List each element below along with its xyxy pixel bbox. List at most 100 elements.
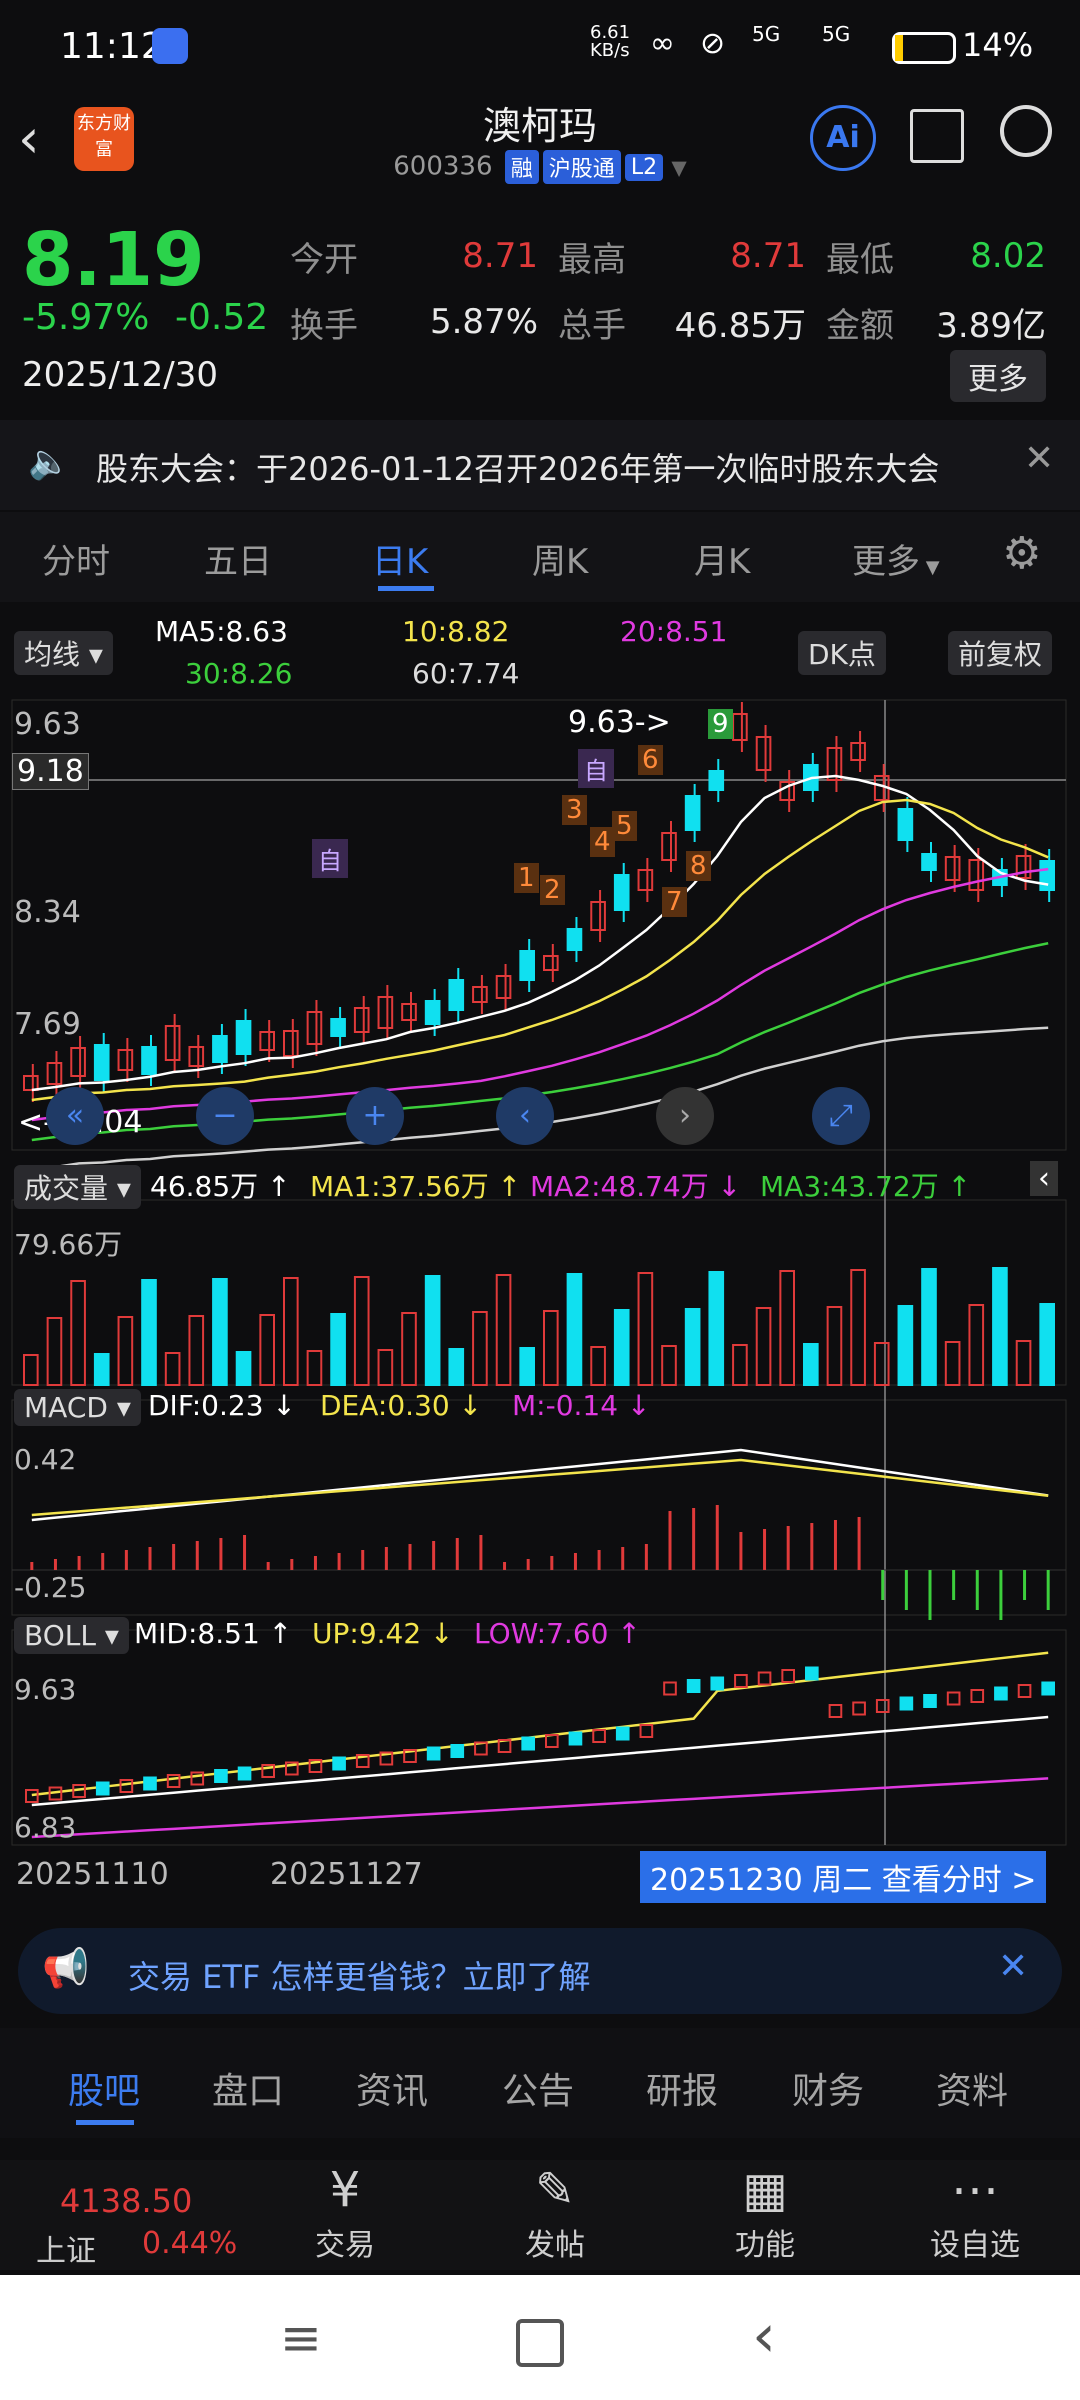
seq-badge: 4 — [590, 827, 615, 857]
volume-bar — [495, 1274, 512, 1386]
ma60-label: 60:7.74 — [412, 657, 520, 690]
tab-guba[interactable]: 股吧 — [68, 2062, 140, 2114]
add-watchlist-button[interactable]: ⋯ 设自选 — [905, 2160, 1045, 2264]
last-price: 8.19 — [22, 217, 205, 303]
boll-selector[interactable]: BOLL ▾ — [14, 1617, 129, 1654]
boll-candle — [970, 1689, 985, 1703]
pan-left-icon[interactable]: ‹ — [496, 1087, 554, 1145]
volume-bar — [543, 1310, 559, 1386]
menu-icon[interactable]: ≡ — [280, 2309, 322, 2367]
post-button[interactable]: ✎ 发帖 — [485, 2160, 625, 2264]
kline-svg[interactable] — [0, 605, 1080, 1920]
candle-body — [23, 1075, 39, 1091]
kline-chart-area[interactable]: 均线 ▾ MA5:8.63 10:8.82 20:8.51 30:8.26 60… — [0, 605, 1080, 1920]
ad-close-icon[interactable]: ✕ — [998, 1946, 1028, 1987]
quote-grid: 今开 8.71 最高 8.71 最低 8.02 换手 5.87% 总手 46.85万 金额… — [290, 223, 1060, 355]
announcement-bar[interactable]: 🔈 股东大会：于2026-01-12召开2026年第一次临时股东大会 ✕ — [0, 420, 1080, 510]
candle-body — [661, 832, 677, 861]
grid-icon: ▦ — [742, 2162, 788, 2218]
collapse-panel-icon[interactable]: ‹ — [1030, 1161, 1058, 1196]
etf-ad-banner[interactable]: 📢 交易 ETF 怎样更省钱？立即了解 ✕ — [18, 1928, 1062, 2014]
trade-button[interactable]: ¥ 交易 — [275, 2160, 415, 2264]
volume-bar — [141, 1279, 157, 1386]
volume-bar — [1039, 1303, 1056, 1386]
boll-candle — [214, 1769, 228, 1783]
fullscreen-icon[interactable]: ⤢ — [812, 1087, 870, 1145]
volume-label: 总手 — [558, 305, 626, 346]
battery-level: 14% — [962, 26, 1034, 64]
close-icon[interactable]: ✕ — [1024, 438, 1054, 479]
fast-back-icon[interactable]: « — [46, 1087, 104, 1145]
volume-selector[interactable]: 成交量 ▾ — [14, 1165, 141, 1209]
dropdown-icon: ▼ — [671, 155, 687, 180]
tab-finance[interactable]: 财务 — [792, 2062, 864, 2114]
boll-candle — [568, 1731, 583, 1746]
tab-daily-k[interactable]: 日K — [372, 534, 428, 583]
volume-bar — [259, 1314, 276, 1386]
volume-ma2: MA2:48.74万 ↓ — [530, 1170, 742, 1203]
volume-bar — [283, 1277, 299, 1386]
more-button[interactable]: 更多 — [950, 350, 1046, 402]
price-axis-low: 7.69 — [14, 1007, 81, 1042]
candle-body — [141, 1046, 157, 1075]
tab-more[interactable]: 更多 ▼ — [852, 534, 940, 583]
volume-bar — [590, 1346, 606, 1386]
settings-gear-icon[interactable]: ⚙ — [1002, 528, 1041, 579]
volume-bar — [23, 1354, 39, 1386]
more-icon: ⋯ — [951, 2162, 999, 2218]
low-label: 最低 — [826, 239, 894, 280]
volume-bar — [897, 1305, 914, 1386]
tab-monthly-k[interactable]: 月K — [694, 534, 750, 583]
cursor-date-link[interactable]: 20251230 周二 查看分时 > — [640, 1851, 1047, 1903]
macd-dea: DEA:0.30 ↓ — [320, 1389, 483, 1422]
quote-date: 2025/12/30 — [22, 355, 218, 395]
boll-candle — [994, 1686, 1008, 1701]
system-back-icon[interactable]: ‹ — [752, 2301, 776, 2371]
candle-body — [306, 1011, 323, 1045]
candle-body — [70, 1047, 86, 1077]
boll-axis-top: 9.63 — [14, 1673, 77, 1706]
volume-bar — [401, 1312, 417, 1386]
tab-news[interactable]: 资讯 — [356, 2062, 428, 2114]
boll-candle — [852, 1701, 866, 1716]
search-icon[interactable] — [1000, 105, 1052, 157]
self-badge-2: 自 — [578, 749, 614, 788]
boll-candle — [450, 1744, 465, 1758]
ma10-line — [31, 798, 1049, 1102]
pan-right-icon[interactable]: › — [656, 1087, 714, 1145]
high-label: 最高 — [558, 239, 626, 280]
tab-five-day[interactable]: 五日 — [204, 534, 272, 583]
tab-order-book[interactable]: 盘口 — [212, 2062, 284, 2114]
candle-body — [117, 1049, 134, 1071]
link-app-icon — [152, 28, 188, 64]
ma-selector[interactable]: 均线 ▾ — [14, 631, 113, 675]
macd-selector[interactable]: MACD ▾ — [14, 1389, 141, 1426]
boll-candle — [734, 1674, 748, 1688]
tab-research[interactable]: 研报 — [646, 2062, 718, 2114]
tab-weekly-k[interactable]: 周K — [532, 534, 588, 583]
zoom-in-icon[interactable]: + — [346, 1087, 404, 1145]
ma30-label: 30:8.26 — [185, 657, 293, 690]
ai-button[interactable]: Ai — [810, 105, 876, 171]
macd-m: M:-0.14 ↓ — [512, 1389, 651, 1422]
share-icon[interactable] — [910, 109, 964, 163]
seq-badge: 1 — [514, 863, 539, 893]
turnover-label: 换手 — [290, 305, 358, 346]
amount-label: 金额 — [826, 305, 894, 346]
candle-body — [235, 1020, 252, 1055]
candle-body — [921, 853, 937, 871]
functions-button[interactable]: ▦ 功能 — [695, 2160, 835, 2264]
boll-candle — [710, 1676, 725, 1691]
index-ticker[interactable]: 4138.50 上证 0.44% — [30, 2160, 250, 2270]
tab-announcements[interactable]: 公告 — [502, 2062, 574, 2114]
home-icon[interactable] — [516, 2319, 564, 2367]
boll-candle — [639, 1724, 654, 1738]
adjust-button[interactable]: 前复权 — [948, 631, 1053, 675]
tab-intraday[interactable]: 分时 — [42, 534, 110, 583]
tab-profile[interactable]: 资料 — [936, 2062, 1008, 2114]
dk-point-button[interactable]: DK点 — [798, 631, 886, 675]
zoom-out-icon[interactable]: − — [196, 1087, 254, 1145]
candle-body — [93, 1044, 110, 1081]
ma20-label: 20:8.51 — [620, 615, 728, 648]
turnover-value: 5.87% — [429, 302, 538, 342]
